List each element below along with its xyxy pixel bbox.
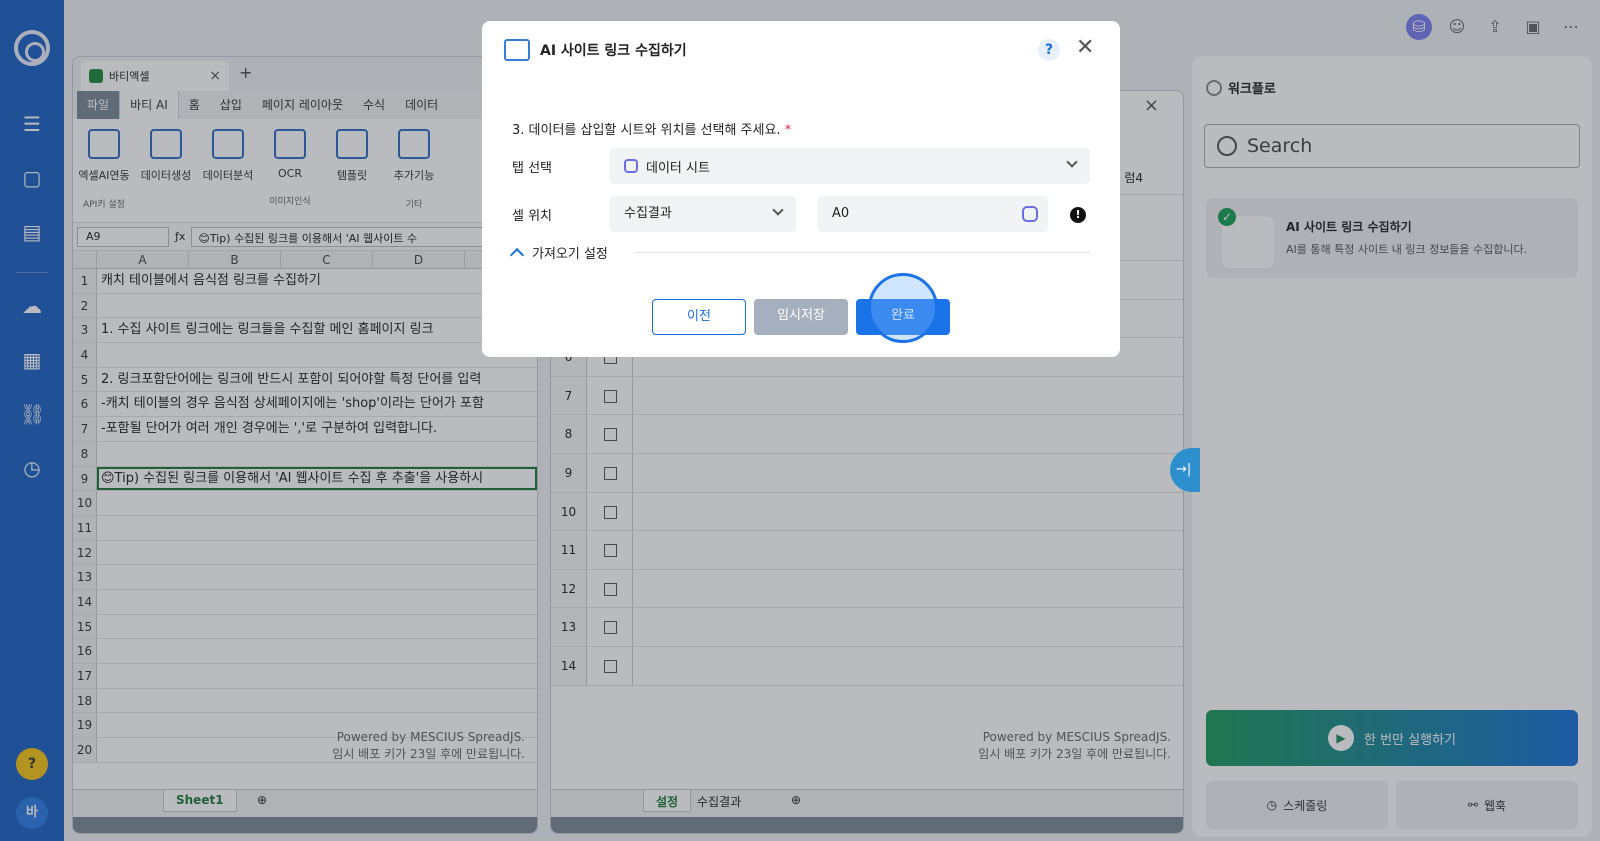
close-button[interactable]: ✕: [1076, 35, 1094, 60]
chevron-down-icon: [1066, 156, 1078, 168]
database-icon: [624, 159, 638, 173]
modal-header: AI 사이트 링크 수집하기: [504, 39, 687, 61]
click-highlight: [868, 273, 938, 343]
step-question: 3. 데이터를 삽입할 시트와 위치를 선택해 주세요. *: [512, 123, 792, 138]
tab-select-dropdown[interactable]: 데이터 시트: [610, 148, 1090, 184]
divider: [634, 252, 1090, 253]
prev-button[interactable]: 이전: [652, 299, 746, 335]
cell-position-label: 셀 위치: [512, 209, 553, 224]
chevron-up-icon: [509, 247, 525, 263]
sheet-select-dropdown[interactable]: 수집결과: [610, 196, 796, 232]
tab-select-label: 탭 선택: [512, 161, 553, 176]
help-button[interactable]: ?: [1038, 39, 1060, 61]
import-settings-toggle[interactable]: 가져오기 설정: [509, 243, 608, 263]
link-collect-icon: [504, 39, 530, 61]
modal-title: AI 사이트 링크 수집하기: [540, 43, 687, 59]
chevron-down-icon: [772, 204, 784, 216]
database-icon[interactable]: [1022, 206, 1038, 222]
info-icon[interactable]: !: [1070, 207, 1086, 223]
cell-position-input[interactable]: A0: [818, 196, 1048, 232]
temp-save-button[interactable]: 임시저장: [754, 299, 848, 335]
link-collect-modal: AI 사이트 링크 수집하기 ? ✕ 3. 데이터를 삽입할 시트와 위치를 선…: [482, 21, 1120, 357]
